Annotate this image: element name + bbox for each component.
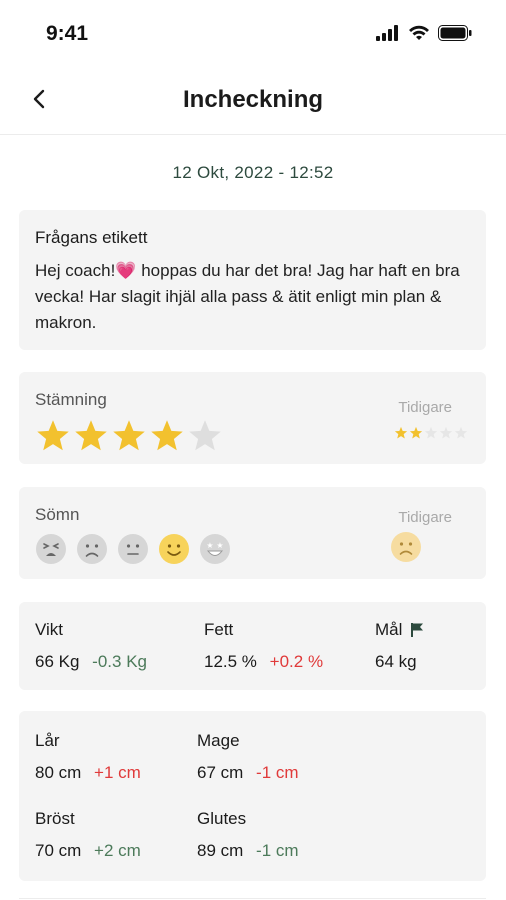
sleep-previous-label: Tidigare	[398, 509, 452, 526]
mood-star-3-icon[interactable]	[111, 418, 147, 454]
chest-value: 70 cm	[35, 841, 82, 860]
mood-rating[interactable]	[35, 418, 223, 454]
weight-stat: Vikt 66 Kg -0.3 Kg	[35, 620, 147, 672]
previous-sleep-sad-face-icon	[391, 532, 421, 562]
svg-text:★: ★	[206, 541, 213, 550]
mood-previous-star-1-icon	[394, 426, 408, 439]
status-time: 9:41	[46, 22, 89, 45]
tired-face-icon[interactable]	[35, 533, 67, 565]
fat-value: 12.5 %	[204, 652, 257, 671]
checkin-date: 12 Okt, 2022 - 12:52	[172, 163, 334, 182]
thigh-label: Lår	[35, 731, 60, 750]
status-icons	[376, 25, 472, 41]
sleep-options: ★ ★	[35, 533, 231, 565]
mood-previous-label: Tidigare	[398, 399, 452, 416]
star-eyes-face-icon[interactable]: ★ ★	[199, 533, 231, 565]
goal-label: Mål	[375, 620, 403, 639]
chest-delta: +2 cm	[94, 841, 141, 860]
fat-delta: +0.2 %	[269, 652, 324, 671]
flag-icon	[411, 623, 424, 637]
mood-previous-rating	[394, 426, 468, 440]
belly-value: 67 cm	[197, 763, 244, 782]
goal-stat: Mål 64 kg	[375, 620, 424, 672]
mood-previous-star-2-icon	[409, 426, 423, 439]
smile-face-icon[interactable]	[158, 533, 190, 565]
belly-measurement: Mage 67 cm -1 cm	[197, 731, 299, 783]
question-label: Frågans etikett	[35, 228, 148, 247]
belly-label: Mage	[197, 731, 240, 750]
svg-text:★: ★	[216, 541, 223, 550]
glutes-delta: -1 cm	[256, 841, 299, 860]
sad-face-icon[interactable]	[76, 533, 108, 565]
divider	[19, 898, 486, 899]
glutes-label: Glutes	[197, 809, 247, 828]
mood-label: Stämning	[35, 390, 107, 409]
belly-delta: -1 cm	[256, 763, 299, 782]
mood-previous-star-3-icon	[424, 426, 438, 439]
mood-star-5-icon[interactable]	[187, 418, 223, 454]
battery-icon	[438, 25, 472, 41]
status-bar: 9:41	[0, 0, 506, 66]
nav-header: Incheckning	[0, 66, 506, 135]
wifi-icon	[409, 25, 429, 40]
mood-previous-star-4-icon	[439, 426, 453, 439]
weight-delta: -0.3 Kg	[92, 652, 147, 671]
mood-star-1-icon[interactable]	[35, 418, 71, 454]
chest-label: Bröst	[35, 809, 75, 828]
neutral-face-icon[interactable]	[117, 533, 149, 565]
fat-stat: Fett 12.5 % +0.2 %	[204, 620, 323, 672]
mood-previous-star-5-icon	[454, 426, 468, 439]
question-answer: Hej coach!💗 hoppas du har det bra! Jag h…	[35, 261, 460, 332]
thigh-delta: +1 cm	[94, 763, 141, 782]
thigh-value: 80 cm	[35, 763, 82, 782]
mood-card: Stämning Tidigare	[19, 372, 486, 464]
goal-value: 64 kg	[375, 652, 417, 671]
sleep-label: Sömn	[35, 505, 80, 524]
thigh-measurement: Lår 80 cm +1 cm	[35, 731, 141, 783]
mood-star-2-icon[interactable]	[73, 418, 109, 454]
body-stats-card: Vikt 66 Kg -0.3 Kg Fett 12.5 % +0.2 % Må…	[19, 602, 486, 690]
fat-label: Fett	[204, 620, 234, 639]
cellular-signal-icon	[376, 25, 398, 41]
page-title: Incheckning	[182, 86, 324, 113]
measurements-card: Lår 80 cm +1 cm Mage 67 cm -1 cm Bröst 7…	[19, 711, 486, 881]
sleep-card: Sömn Tidigare ★ ★	[19, 487, 486, 579]
chest-measurement: Bröst 70 cm +2 cm	[35, 809, 141, 861]
weight-value: 66 Kg	[35, 652, 80, 671]
glutes-measurement: Glutes 89 cm -1 cm	[197, 809, 299, 861]
glutes-value: 89 cm	[197, 841, 244, 860]
mood-star-4-icon[interactable]	[149, 418, 185, 454]
question-card: Frågans etikett Hej coach!💗 hoppas du ha…	[19, 210, 486, 350]
weight-label: Vikt	[35, 620, 64, 639]
